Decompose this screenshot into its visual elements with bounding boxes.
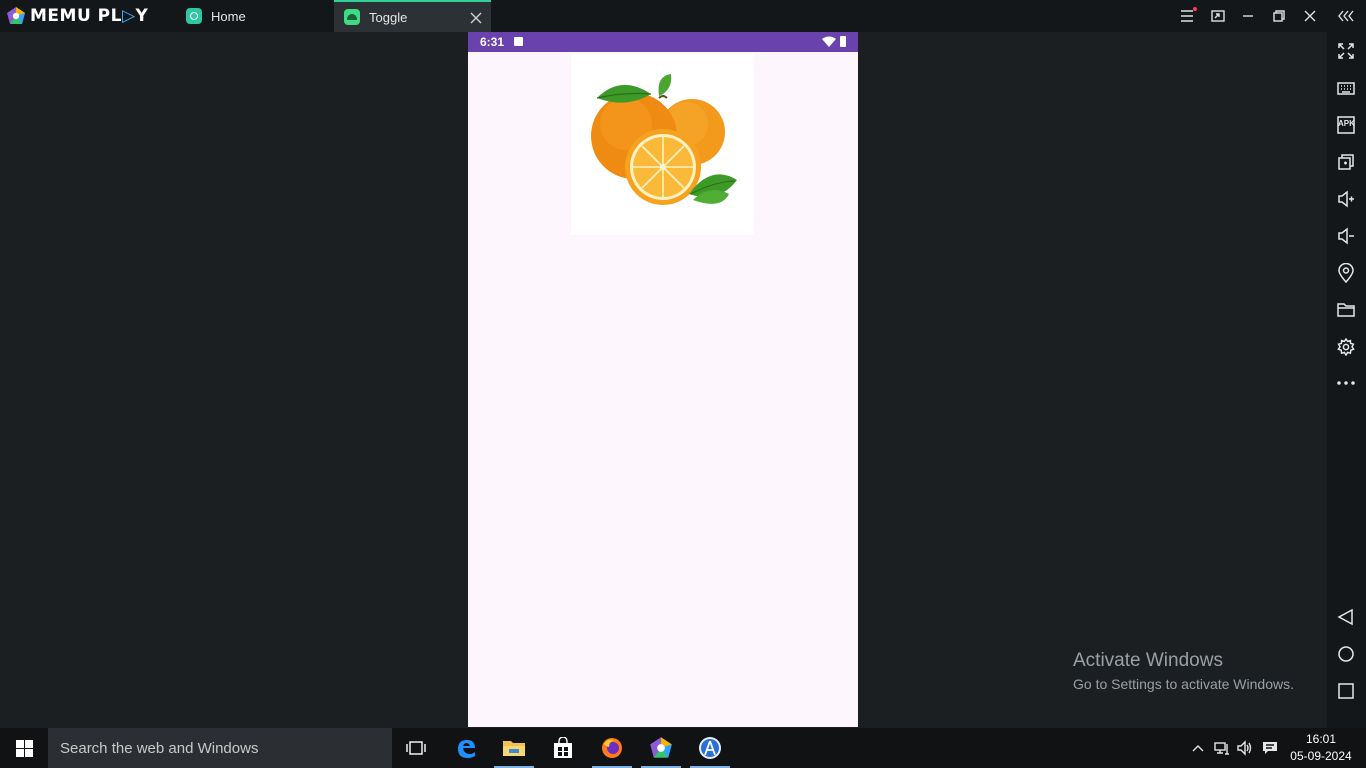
close-window-button[interactable] [1300, 6, 1320, 26]
memu-home-icon [186, 8, 202, 24]
menu-icon [1181, 10, 1193, 22]
screen-mode-button[interactable] [1208, 6, 1228, 26]
restore-icon [1273, 10, 1285, 22]
memu-logo-icon [7, 7, 25, 24]
location-button[interactable] [1335, 262, 1357, 284]
watermark-subtitle: Go to Settings to activate Windows. [1073, 676, 1294, 692]
screen-mode-icon [1211, 10, 1225, 22]
firefox-icon [602, 738, 622, 758]
recents-icon [1338, 683, 1354, 699]
battery-icon [840, 36, 846, 47]
search-placeholder: Search the web and Windows [60, 739, 259, 757]
windows-taskbar: Search the web and Windows 16:01 05-09-2… [0, 728, 1366, 768]
home-button[interactable] [1335, 643, 1357, 665]
notification-icon [514, 37, 523, 46]
notification-dot [1193, 7, 1197, 11]
folder-button[interactable] [1335, 299, 1357, 321]
home-icon [1338, 646, 1354, 662]
tab-toggle[interactable]: Toggle [334, 0, 491, 32]
store-icon [554, 737, 572, 758]
multi-instance-button[interactable] [1335, 151, 1357, 173]
more-icon [1337, 381, 1355, 385]
tab-toggle-label: Toggle [369, 9, 408, 25]
edge-button[interactable] [442, 728, 490, 768]
brand-name: MEMU PL▷Y [30, 6, 149, 26]
restore-button[interactable] [1269, 6, 1289, 26]
back-button[interactable] [1335, 606, 1357, 628]
volume-button[interactable] [1237, 740, 1253, 756]
android-studio-button[interactable] [686, 728, 734, 768]
volume-down-icon [1338, 227, 1354, 245]
start-button[interactable] [0, 728, 48, 768]
multi-instance-icon [1338, 154, 1354, 170]
memu-taskbar-button[interactable] [637, 728, 685, 768]
wifi-icon [822, 36, 836, 47]
fullscreen-button[interactable] [1335, 40, 1357, 62]
network-button[interactable] [1214, 740, 1230, 756]
close-tab-icon[interactable] [469, 11, 483, 25]
notification-center-icon [1263, 742, 1277, 754]
recents-button[interactable] [1335, 680, 1357, 702]
taskbar-search-box[interactable]: Search the web and Windows [48, 728, 392, 768]
fullscreen-icon [1338, 43, 1354, 59]
apk-button[interactable]: APK [1335, 114, 1357, 136]
android-screen[interactable]: 6:31 [468, 32, 858, 727]
close-icon [1304, 10, 1316, 22]
clock-time: 16:01 [1305, 732, 1337, 746]
firefox-button[interactable] [588, 728, 636, 768]
more-button[interactable] [1335, 372, 1357, 394]
network-icon [1214, 742, 1229, 755]
volume-up-button[interactable] [1335, 188, 1357, 210]
android-app-icon [344, 9, 360, 25]
folder-icon [1337, 303, 1355, 317]
settings-button[interactable] [1335, 336, 1357, 358]
task-view-icon [406, 741, 426, 755]
back-icon [1337, 608, 1353, 626]
memu-icon [650, 737, 672, 758]
android-studio-icon [699, 737, 721, 759]
speaker-icon [1237, 740, 1252, 756]
windows-logo-icon [15, 739, 33, 757]
activate-windows-watermark: Activate Windows Go to Settings to activ… [1073, 650, 1294, 692]
volume-down-button[interactable] [1335, 225, 1357, 247]
volume-up-icon [1338, 190, 1354, 208]
show-hidden-icons-button[interactable] [1190, 740, 1206, 756]
tab-home-label: Home [211, 8, 246, 24]
memu-side-toolbar: APK [1327, 32, 1366, 728]
file-explorer-button[interactable] [490, 728, 538, 768]
clock-date: 05-09-2024 [1290, 749, 1352, 763]
taskbar-clock[interactable]: 16:01 05-09-2024 [1290, 731, 1352, 765]
keyboard-button[interactable] [1335, 77, 1357, 99]
location-icon [1338, 263, 1354, 283]
edge-icon [458, 740, 475, 758]
menu-button[interactable] [1177, 6, 1197, 26]
memu-logo: MEMU PL▷Y [6, 6, 148, 26]
chevron-up-icon [1192, 745, 1204, 752]
title-bar: MEMU PL▷Y Home Toggle [0, 0, 1366, 32]
watermark-title: Activate Windows [1073, 650, 1223, 671]
minimize-button[interactable] [1238, 6, 1258, 26]
apk-label: APK [1338, 119, 1355, 128]
keyboard-icon [1337, 82, 1355, 95]
task-view-button[interactable] [392, 728, 440, 768]
collapse-toolbar-button[interactable] [1336, 6, 1356, 26]
minimize-icon [1243, 15, 1253, 17]
oranges-image [571, 54, 754, 235]
collapse-icon [1338, 10, 1354, 22]
settings-icon [1337, 338, 1355, 356]
android-status-bar: 6:31 [468, 32, 858, 52]
tab-home[interactable]: Home [176, 0, 332, 32]
status-time: 6:31 [480, 35, 505, 49]
file-explorer-icon [503, 741, 525, 756]
action-center-button[interactable] [1262, 740, 1278, 756]
store-button[interactable] [539, 728, 587, 768]
